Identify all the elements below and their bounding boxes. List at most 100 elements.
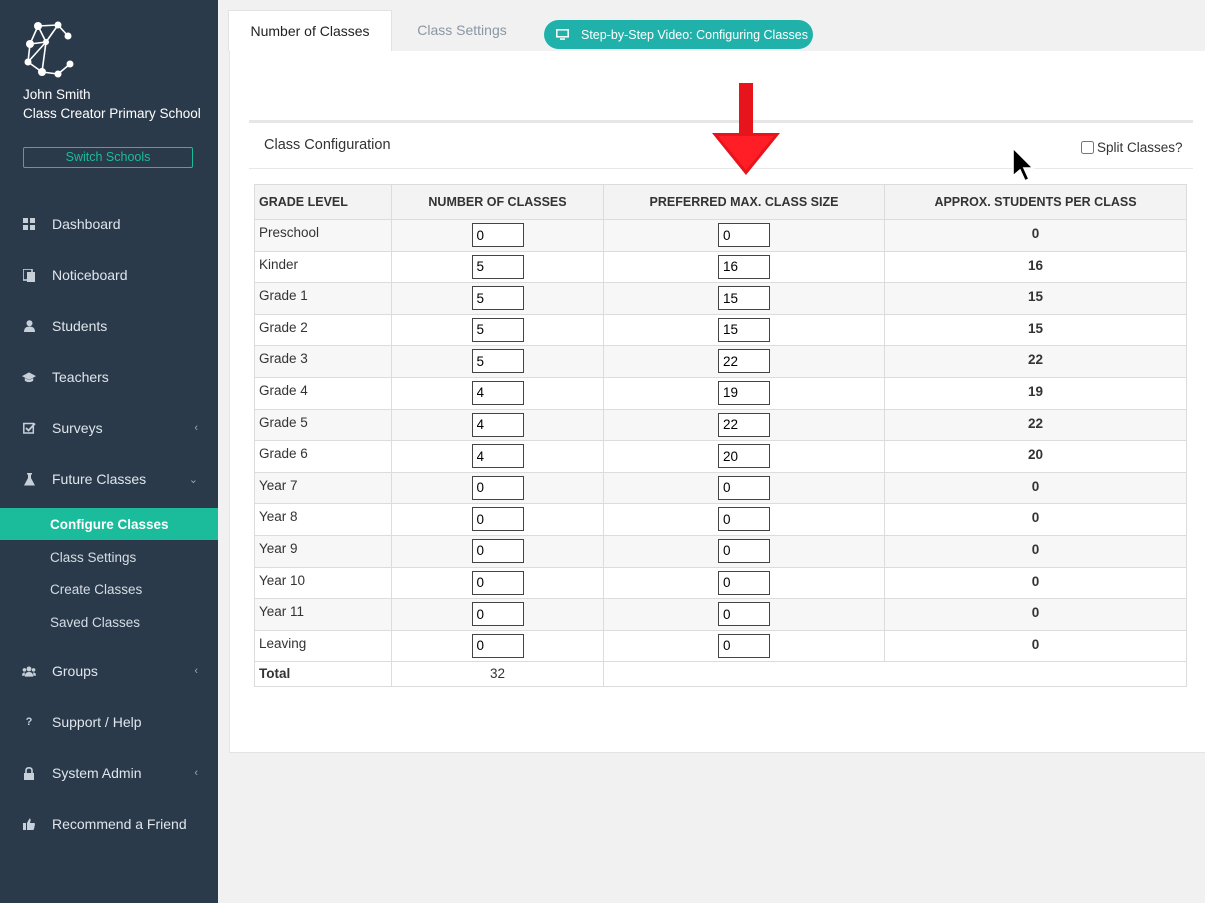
nav-future-classes[interactable]: Future Classes ⌄ [0,461,218,497]
nav-recommend-friend[interactable]: Recommend a Friend [0,806,218,842]
table-row: Grade 6 20 [254,440,1187,473]
number-of-classes-input[interactable] [471,507,524,532]
red-arrow-down-icon [712,83,780,175]
preferred-max-size-input[interactable] [718,254,770,279]
grade-level-cell: Grade 5 [254,408,392,442]
preferred-max-size-input[interactable] [718,570,770,595]
preferred-max-size-input[interactable] [718,475,770,500]
number-of-classes-cell [391,282,604,315]
nav-noticeboard[interactable]: Noticeboard [0,257,218,293]
number-of-classes-input[interactable] [471,602,524,627]
nav-students[interactable]: Students [0,308,218,344]
number-of-classes-cell [391,503,604,536]
header-grade-level: GRADE LEVEL [254,184,392,220]
number-of-classes-cell [391,250,604,284]
number-of-classes-cell [391,376,604,410]
subnav-configure-classes[interactable]: Configure Classes [0,508,218,540]
number-of-classes-input[interactable] [471,538,524,563]
nav-label: Noticeboard [52,267,128,283]
preferred-max-size-input[interactable] [718,538,770,563]
grade-level-cell: Year 9 [254,534,392,568]
preferred-max-size-input[interactable] [718,286,770,311]
sidebar: John Smith Class Creator Primary School … [0,0,218,903]
table-row: Grade 2 15 [254,313,1187,347]
flask-icon [22,472,36,486]
preferred-max-size-input[interactable] [718,633,770,658]
preferred-max-size-cell [603,598,885,631]
number-of-classes-input[interactable] [471,444,524,469]
total-value: 32 [391,661,604,688]
number-of-classes-input[interactable] [471,317,524,342]
video-button-label: Step-by-Step Video: Configuring Classes [581,27,808,42]
split-classes-label: Split Classes? [1097,140,1183,155]
number-of-classes-input[interactable] [471,349,524,374]
subnav-saved-classes[interactable]: Saved Classes [0,606,218,638]
subnav-label: Saved Classes [50,614,141,630]
subnav-create-classes[interactable]: Create Classes [0,573,218,605]
table-row: Year 7 0 [254,471,1187,505]
user-name: John Smith [23,87,91,102]
number-of-classes-input[interactable] [471,633,524,658]
preferred-max-size-input[interactable] [718,507,770,532]
preferred-max-size-input[interactable] [718,602,770,627]
nav-label: Groups [52,663,98,679]
chevron-left-icon: ‹ [194,665,198,677]
table-row: Year 8 0 [254,503,1187,536]
split-classes-toggle[interactable]: Split Classes? [1081,140,1183,155]
grade-level-cell: Year 8 [254,503,392,536]
number-of-classes-cell [391,313,604,347]
nav-surveys[interactable]: Surveys ‹ [0,410,218,446]
number-of-classes-input[interactable] [471,286,524,311]
approx-students-cell: 0 [884,566,1187,600]
number-of-classes-input[interactable] [471,570,524,595]
number-of-classes-input[interactable] [471,223,524,247]
nav-system-admin[interactable]: System Admin ‹ [0,755,218,791]
preferred-max-size-input[interactable] [718,412,770,437]
number-of-classes-input[interactable] [471,380,524,405]
nav-label: System Admin [52,765,142,781]
class-creator-logo[interactable] [22,20,76,82]
nav-label: Recommend a Friend [52,816,187,832]
total-row: Total 32 [254,661,1187,688]
subnav-label: Create Classes [50,581,143,597]
noticeboard-icon [22,268,36,282]
split-classes-checkbox[interactable] [1081,141,1094,154]
dashboard-icon [22,217,36,231]
grade-level-cell: Leaving [254,629,392,663]
nav-groups[interactable]: Groups ‹ [0,653,218,689]
number-of-classes-input[interactable] [471,475,524,500]
tab-class-settings[interactable]: Class Settings [392,10,532,51]
number-of-classes-input[interactable] [471,412,524,437]
nav-support-help[interactable]: ? Support / Help [0,704,218,740]
number-of-classes-input[interactable] [471,254,524,279]
header-number-of-classes: NUMBER OF CLASSES [391,184,604,220]
school-name: Class Creator Primary School [23,106,201,121]
preferred-max-size-input[interactable] [718,349,770,374]
step-by-step-video-button[interactable]: Step-by-Step Video: Configuring Classes [544,20,813,49]
number-of-classes-cell [391,345,604,378]
preferred-max-size-input[interactable] [718,380,770,405]
grade-level-cell: Year 11 [254,598,392,631]
preferred-max-size-cell [603,250,885,284]
table-row: Grade 5 22 [254,408,1187,442]
nav-dashboard[interactable]: Dashboard [0,206,218,242]
number-of-classes-cell [391,566,604,600]
subnav-class-settings[interactable]: Class Settings [0,541,218,573]
grade-level-cell: Grade 4 [254,376,392,410]
total-empty-cell [603,661,1187,688]
grade-level-cell: Grade 6 [254,440,392,473]
preferred-max-size-cell [603,345,885,378]
thumbs-up-icon [22,817,36,831]
preferred-max-size-cell [603,629,885,663]
preferred-max-size-input[interactable] [718,317,770,342]
approx-students-cell: 15 [884,313,1187,347]
preferred-max-size-input[interactable] [718,223,770,247]
approx-students-cell: 15 [884,282,1187,315]
switch-schools-button[interactable]: Switch Schools [23,147,193,168]
preferred-max-size-cell [603,566,885,600]
table-row: Grade 4 19 [254,376,1187,410]
tab-number-of-classes[interactable]: Number of Classes [228,10,392,51]
approx-students-cell: 20 [884,440,1187,473]
nav-teachers[interactable]: Teachers [0,359,218,395]
preferred-max-size-input[interactable] [718,444,770,469]
